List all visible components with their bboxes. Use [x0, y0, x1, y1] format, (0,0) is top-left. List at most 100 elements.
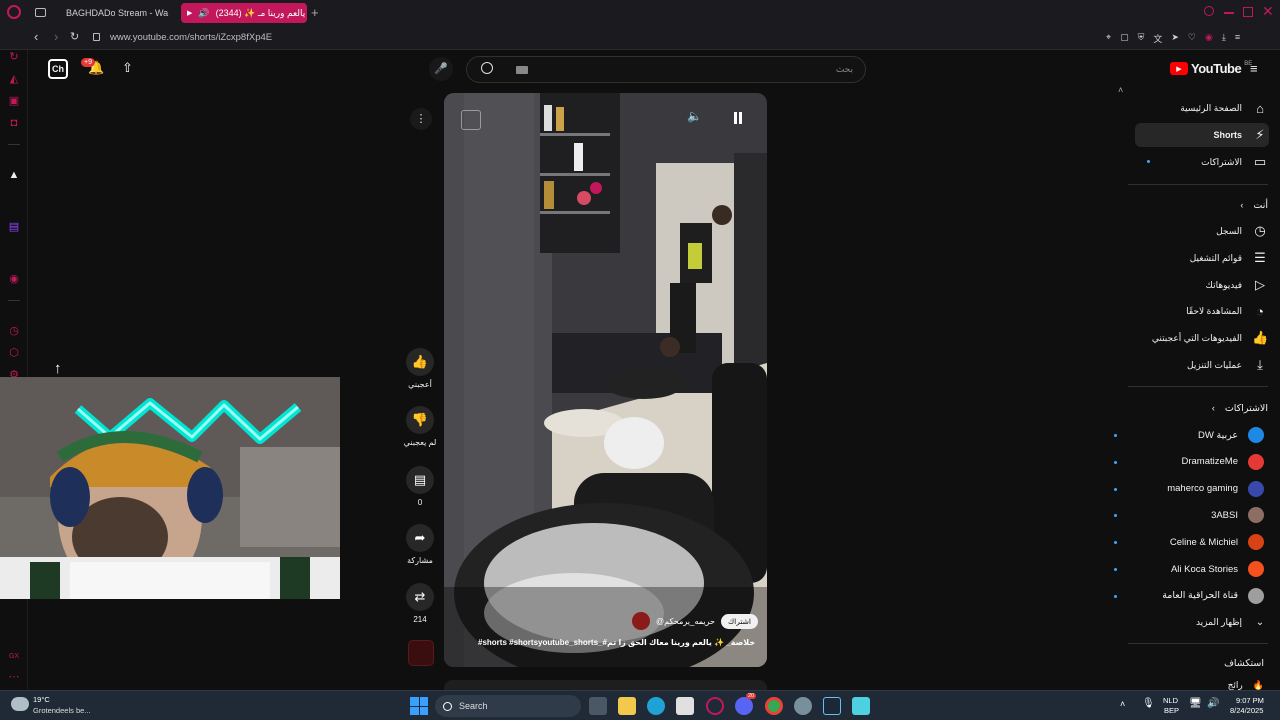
close-window-button[interactable]: ✕ [1262, 3, 1274, 20]
opera-logo-icon[interactable] [7, 5, 21, 19]
channel-avatar[interactable] [632, 612, 651, 630]
send-icon[interactable]: ➤ [1171, 32, 1179, 45]
snapshot-icon[interactable]: ▢ [1120, 32, 1129, 45]
player-icon[interactable]: ◉ [7, 272, 21, 286]
maximize-button[interactable] [1243, 7, 1253, 17]
pause-icon[interactable] [734, 112, 742, 124]
guide-menu-icon[interactable]: ≡ [1250, 61, 1258, 76]
video-caption[interactable]: #shorts #shortsyoutube_shorts_#خلاصة_ ✨ … [478, 638, 758, 647]
lang-top[interactable]: NLD [1163, 696, 1178, 705]
taskbar-search[interactable]: Search [435, 695, 581, 717]
voice-search-button[interactable]: 🎤 [429, 57, 453, 81]
youtube-logo[interactable]: ▶ YouTube BE [1170, 61, 1252, 76]
steam-icon[interactable] [823, 697, 841, 715]
search-input[interactable]: بحث [836, 64, 853, 75]
more-options-icon[interactable]: ⋮ [410, 108, 432, 130]
wallet-icon[interactable]: ▣ [7, 94, 21, 108]
tab-youtube-short[interactable]: ▶ 🔊 يالعم ورينا مـ ✨ (2344) [181, 3, 307, 23]
subscription-item[interactable]: قناة الحراقية العامة [1114, 585, 1264, 607]
download-toolbar-icon[interactable]: ⤓ [1222, 32, 1226, 45]
minimize-button[interactable] [1224, 12, 1234, 14]
clock-time[interactable]: 9:07 PM [1236, 696, 1264, 705]
volume-tray-icon[interactable]: 🔊 [1207, 698, 1219, 709]
forward-icon[interactable]: › [54, 29, 58, 44]
sound-thumbnail[interactable] [408, 640, 434, 666]
settings-taskbar-icon[interactable] [794, 697, 812, 715]
show-more-button[interactable]: إظهار المزيد ⌄ [1136, 609, 1268, 635]
clock-date[interactable]: 8/24/2025 [1230, 706, 1263, 715]
tray-chevron-icon[interactable]: ˄ [1120, 699, 1125, 709]
subscription-item[interactable]: 3ABSI [1114, 504, 1264, 526]
lang-bottom[interactable]: BEP [1164, 706, 1179, 715]
subscription-item[interactable]: Celine & Michiel [1114, 531, 1264, 553]
weather-temp[interactable]: 19°C [33, 695, 50, 704]
fullscreen-icon[interactable] [461, 110, 481, 130]
comments-button[interactable]: ▤ 0 [406, 466, 434, 507]
keyboard-icon[interactable] [516, 66, 528, 74]
back-icon[interactable]: ‹ [34, 29, 38, 44]
nav-downloads[interactable]: عمليات التنزيل ⤓ [1136, 352, 1268, 378]
start-button[interactable] [410, 697, 428, 715]
opera-gx-taskbar-icon[interactable] [706, 697, 724, 715]
mic-tray-icon[interactable]: 🎙 [1142, 698, 1155, 709]
nav-liked-videos[interactable]: الفيديوهات التي أعجبتني 👍 [1136, 325, 1268, 351]
translate-icon[interactable]: 文 [1153, 32, 1162, 45]
channel-handle[interactable]: @حريمه_يرمحكم [656, 617, 715, 626]
account-icon[interactable]: ◉ [1205, 32, 1213, 45]
task-view-icon[interactable] [589, 697, 607, 715]
messenger-icon[interactable]: ◘ [7, 116, 21, 130]
shop-icon[interactable]: ◭ [7, 72, 21, 86]
menu-icon[interactable]: ≡ [1235, 32, 1240, 45]
subscription-item[interactable]: DW عربية [1114, 424, 1264, 446]
app-icon[interactable] [852, 697, 870, 715]
nav-subscriptions[interactable]: الاشتراكات ▭ [1136, 149, 1268, 175]
aria-ai-icon[interactable]: ▲ [7, 168, 21, 182]
tab-switcher-icon[interactable] [35, 8, 46, 17]
you-section-header[interactable]: ‹ أنت [1136, 192, 1268, 218]
reload-icon[interactable]: ↻ [70, 30, 79, 43]
file-explorer-icon[interactable] [618, 697, 636, 715]
twitch-icon[interactable]: ▤ [7, 220, 21, 234]
subscribe-button[interactable]: اشتراك [720, 613, 758, 629]
search-tabs-icon[interactable] [1204, 6, 1214, 16]
url-field[interactable]: www.youtube.com/shorts/iZcxp8fXp4E [110, 32, 272, 43]
nav-playlists[interactable]: قوائم التشغيل ☰ [1136, 245, 1268, 271]
weather-icon[interactable] [11, 697, 29, 711]
more-icon[interactable]: ⋯ [7, 670, 21, 684]
search-icon[interactable] [481, 62, 493, 74]
channel-avatar-logo[interactable]: Ch [48, 59, 68, 79]
nav-shorts[interactable]: Shorts ⚡ [1136, 122, 1268, 148]
subscriptions-section-header[interactable]: ‹ الاشتراكات [1136, 395, 1268, 421]
aria-icon[interactable]: ↻ [7, 50, 21, 64]
gx-icon[interactable]: GX [7, 650, 21, 664]
subscription-item[interactable]: DramatizeMe [1114, 451, 1264, 473]
discord-icon[interactable] [735, 697, 753, 715]
history-sidebar-icon[interactable]: ◷ [7, 324, 21, 338]
tab-baghdado-stream[interactable]: BAGHDADo Stream - Wa [54, 3, 174, 23]
subscription-item[interactable]: Ali Koca Stories [1114, 558, 1264, 580]
scroll-up-arrow-icon[interactable]: ↑ [54, 360, 62, 377]
shield-icon[interactable]: ⛨ [1138, 32, 1145, 45]
edge-icon[interactable] [647, 697, 665, 715]
store-icon[interactable] [676, 697, 694, 715]
nav-watch-later[interactable]: المشاهدة لاحقًا ◔ [1136, 298, 1268, 324]
search-bar[interactable]: بحث [466, 56, 866, 83]
share-button[interactable]: ➦ مشاركة [406, 524, 434, 565]
chrome-icon[interactable] [765, 697, 783, 715]
nav-history[interactable]: السجل ◷ [1136, 218, 1268, 244]
nav-home[interactable]: الصفحة الرئيسية ⌂ [1136, 95, 1268, 121]
like-button[interactable]: 👍 أعجبني [406, 348, 434, 389]
pin-icon[interactable]: ⌖ [1106, 32, 1111, 45]
volume-icon[interactable]: 🔈 [687, 109, 702, 123]
upload-icon[interactable]: ⇧ [122, 60, 133, 76]
nav-your-videos[interactable]: فيديوهاتك ▷ [1136, 272, 1268, 298]
extensions-icon[interactable]: ⬡ [7, 346, 21, 360]
dislike-button[interactable]: 👎 لم يعجبني [404, 406, 436, 447]
subscription-item[interactable]: maherco gaming [1114, 478, 1264, 500]
network-icon[interactable]: 🖥 [1189, 698, 1202, 709]
audio-playing-icon[interactable]: 🔊 [198, 8, 209, 19]
weather-desc[interactable]: Grotendeels be... [33, 706, 91, 715]
nav-collapse-icon[interactable]: ˄ [1118, 85, 1123, 95]
short-video-player[interactable]: 🔈 @حريمه_يرمحكم اشتراك #shorts #shortsyo… [444, 93, 767, 667]
heart-icon[interactable]: ♡ [1188, 32, 1196, 45]
